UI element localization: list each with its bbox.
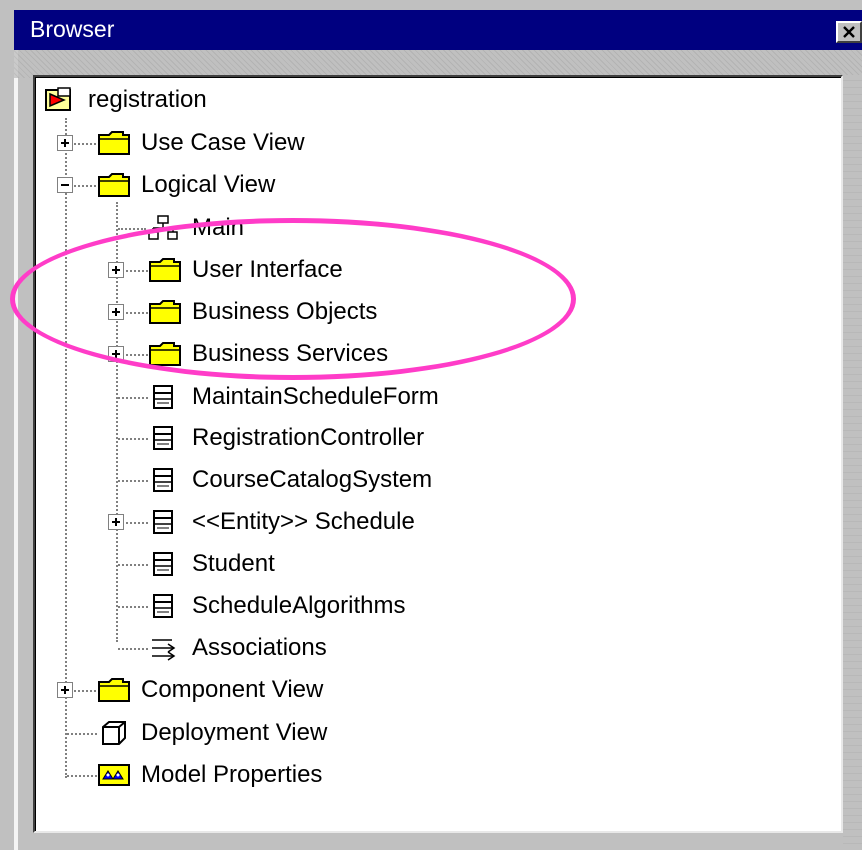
tree-item-label: RegistrationController [192, 424, 425, 451]
expand-toggle-business-objects[interactable] [108, 304, 124, 320]
tree-item-business-objects[interactable]: Business Objects [148, 292, 377, 332]
class-icon [148, 424, 180, 452]
tree-connector [118, 606, 148, 608]
tree-item-entity-schedule[interactable]: <<Entity>> Schedule [148, 502, 415, 542]
folder-icon [97, 171, 130, 199]
class-diagram-icon [148, 214, 180, 242]
tree-item-label: User Interface [192, 256, 343, 283]
tree-connector [126, 270, 148, 272]
tree-item-schedule-algorithms[interactable]: ScheduleAlgorithms [148, 586, 405, 626]
tree-item-logical-view[interactable]: Logical View [97, 165, 275, 205]
tree-item-label: Component View [141, 676, 324, 703]
tree-item-registration-controller[interactable]: RegistrationController [148, 418, 424, 458]
tree-item-label: <<Entity>> Schedule [192, 508, 415, 535]
tree-item-user-interface[interactable]: User Interface [148, 250, 343, 290]
folder-icon [148, 256, 181, 284]
tree-connector [126, 354, 148, 356]
tree-item-label: MaintainScheduleForm [192, 383, 439, 410]
tree-item-label: Deployment View [141, 719, 328, 746]
tree-connector [118, 480, 148, 482]
deployment-cube-icon [97, 719, 129, 747]
tree-item-label: Associations [192, 634, 327, 661]
folder-icon [97, 676, 130, 704]
tree-item-label: Model Properties [141, 761, 323, 788]
browser-tree: registration Use Case View Logical View [0, 0, 862, 850]
tree-connector [118, 564, 148, 566]
tree-item-label: Main [192, 214, 245, 241]
tree-root-registration[interactable]: registration [44, 80, 207, 120]
class-icon [148, 383, 180, 411]
tree-item-associations[interactable]: Associations [148, 628, 327, 668]
expand-toggle-use-case-view[interactable] [57, 135, 73, 151]
tree-connector [118, 438, 148, 440]
tree-connector [67, 733, 97, 735]
tree-item-label: Student [192, 550, 275, 577]
tree-connector [74, 690, 96, 692]
tree-connector [118, 648, 148, 650]
expand-toggle-entity-schedule[interactable] [108, 514, 124, 530]
folder-icon [148, 298, 181, 326]
class-icon [148, 592, 180, 620]
browser-window: Browser registration Use Case View Logic… [0, 0, 862, 850]
tree-connector [67, 775, 97, 777]
tree-item-label: registration [88, 86, 207, 113]
class-icon [148, 466, 180, 494]
model-properties-icon [97, 761, 130, 789]
tree-item-main[interactable]: Main [148, 208, 244, 248]
tree-item-use-case-view[interactable]: Use Case View [97, 123, 305, 163]
tree-item-label: CourseCatalogSystem [192, 466, 433, 493]
tree-item-label: Business Services [192, 340, 389, 367]
class-icon [148, 508, 180, 536]
tree-connector [65, 118, 67, 778]
expand-toggle-user-interface[interactable] [108, 262, 124, 278]
expand-toggle-component-view[interactable] [57, 682, 73, 698]
model-icon [44, 86, 76, 114]
tree-item-business-services[interactable]: Business Services [148, 334, 388, 374]
class-icon [148, 550, 180, 578]
tree-item-component-view[interactable]: Component View [97, 670, 323, 710]
tree-connector [118, 228, 146, 230]
tree-item-label: Business Objects [192, 298, 378, 325]
tree-connector [74, 185, 96, 187]
tree-item-maintain-schedule-form[interactable]: MaintainScheduleForm [148, 377, 439, 417]
tree-item-label: Logical View [141, 171, 276, 198]
folder-icon [148, 340, 181, 368]
collapse-toggle-logical-view[interactable] [57, 177, 73, 193]
tree-item-model-properties[interactable]: Model Properties [97, 755, 322, 795]
tree-item-course-catalog-system[interactable]: CourseCatalogSystem [148, 460, 432, 500]
tree-connector [118, 397, 148, 399]
expand-toggle-business-services[interactable] [108, 346, 124, 362]
tree-connector [126, 312, 148, 314]
tree-connector [126, 522, 148, 524]
tree-item-deployment-view[interactable]: Deployment View [97, 713, 327, 753]
tree-item-student[interactable]: Student [148, 544, 275, 584]
tree-item-label: ScheduleAlgorithms [192, 592, 406, 619]
tree-connector [74, 143, 96, 145]
folder-icon [97, 129, 130, 157]
associations-icon [148, 634, 180, 662]
tree-item-label: Use Case View [141, 129, 305, 156]
